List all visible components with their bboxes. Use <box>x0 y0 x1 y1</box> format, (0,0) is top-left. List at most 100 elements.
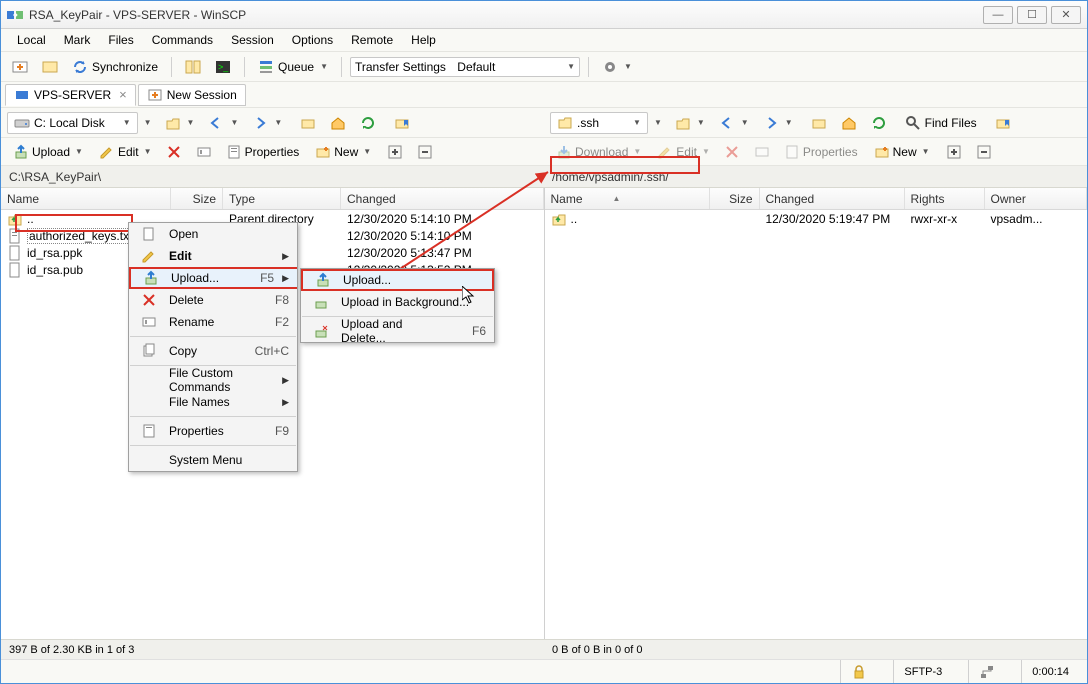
new-session-label: New Session <box>167 88 237 102</box>
connection-icon <box>968 660 1005 683</box>
right-path-text: /home/vpsadmin/.ssh/ <box>552 170 669 184</box>
menu-upload[interactable]: Upload...F5▶ <box>129 267 297 289</box>
close-button[interactable]: ✕ <box>1051 6 1081 24</box>
find-files-button[interactable]: Find Files <box>900 112 982 134</box>
right-dir-select[interactable]: .ssh ▼ <box>550 112 648 134</box>
maximize-button[interactable]: ☐ <box>1017 6 1047 24</box>
submenu-upload-bg[interactable]: Upload in Background... <box>301 291 494 313</box>
synchronize-button[interactable]: Synchronize <box>67 56 163 78</box>
right-home-button[interactable] <box>836 112 862 134</box>
right-fwd-button[interactable]: ▼ <box>758 112 798 134</box>
right-root-button[interactable] <box>806 112 832 134</box>
right-nav: .ssh ▼ ▼ ▼ ▼ ▼ Find Files <box>544 108 1087 138</box>
right-rename-button[interactable] <box>748 141 776 163</box>
plus-button[interactable] <box>381 141 409 163</box>
left-status: 397 B of 2.30 KB in 1 of 3 <box>1 639 544 659</box>
left-root-button[interactable] <box>295 112 321 134</box>
lock-icon <box>840 660 877 683</box>
menu-properties[interactable]: PropertiesF9 <box>129 420 297 442</box>
left-home-button[interactable] <box>325 112 351 134</box>
col-name[interactable]: Name▲ <box>545 188 710 209</box>
right-back-button[interactable]: ▼ <box>714 112 754 134</box>
col-type[interactable]: Type <box>223 188 341 209</box>
left-fwd-button[interactable]: ▼ <box>247 112 287 134</box>
col-size[interactable]: Size <box>171 188 223 209</box>
right-new-label: New <box>893 145 917 159</box>
left-back-button[interactable]: ▼ <box>203 112 243 134</box>
right-parent-button[interactable]: ▼ <box>670 112 710 134</box>
right-file-toolbar: Download▼ Edit▼ Properties New▼ <box>544 138 1087 166</box>
menu-remote[interactable]: Remote <box>343 30 401 50</box>
right-file-list[interactable]: .. 12/30/2020 5:19:47 PM rwxr-xr-x vpsad… <box>545 210 1088 639</box>
menu-filenames[interactable]: File Names▶ <box>129 391 297 413</box>
right-delete-button[interactable] <box>718 141 746 163</box>
left-disk-history[interactable]: ▼ <box>144 118 152 127</box>
synchronize-label: Synchronize <box>92 60 158 74</box>
tab-close-icon[interactable]: × <box>119 87 127 102</box>
console-button[interactable]: >_ <box>210 56 236 78</box>
properties-button[interactable]: Properties <box>220 141 306 163</box>
queue-button[interactable]: Queue ▼ <box>253 56 333 78</box>
right-path[interactable]: /home/vpsadmin/.ssh/ <box>544 166 1087 188</box>
transfer-settings-button[interactable]: Transfer Settings Default ▼ <box>350 57 580 77</box>
delete-button[interactable] <box>160 141 188 163</box>
menu-open[interactable]: Open <box>129 223 297 245</box>
tab-vps-server[interactable]: VPS-SERVER × <box>5 84 136 106</box>
new-button[interactable]: New▼ <box>309 141 377 163</box>
col-changed[interactable]: Changed <box>341 188 544 209</box>
preferences-button[interactable]: ▼ <box>597 56 637 78</box>
col-size[interactable]: Size <box>710 188 760 209</box>
menu-rename[interactable]: RenameF2 <box>129 311 297 333</box>
protocol-label: SFTP-3 <box>893 660 952 683</box>
right-edit-label: Edit <box>676 145 697 159</box>
right-minus-button[interactable] <box>970 141 998 163</box>
main-toolbar: Synchronize >_ Queue ▼ Transfer Settings… <box>1 52 1087 82</box>
right-properties-button[interactable]: Properties <box>778 141 864 163</box>
edit-label: Edit <box>118 145 139 159</box>
menu-mark[interactable]: Mark <box>56 30 99 50</box>
menu-files[interactable]: Files <box>100 30 141 50</box>
window-title: RSA_KeyPair - VPS-SERVER - WinSCP <box>29 8 983 22</box>
left-refresh-button[interactable] <box>355 112 381 134</box>
right-dir-label: .ssh <box>577 116 599 130</box>
menu-system[interactable]: System Menu <box>129 449 297 471</box>
compare-button[interactable] <box>180 56 206 78</box>
minimize-button[interactable]: — <box>983 6 1013 24</box>
right-new-button[interactable]: New▼ <box>868 141 936 163</box>
new-session-button[interactable] <box>7 56 33 78</box>
col-changed[interactable]: Changed <box>760 188 905 209</box>
left-parent-button[interactable]: ▼ <box>160 112 200 134</box>
right-dir-history[interactable]: ▼ <box>654 118 662 127</box>
rename-icon-button[interactable] <box>190 141 218 163</box>
right-plus-button[interactable] <box>940 141 968 163</box>
edit-button[interactable]: Edit▼ <box>93 141 158 163</box>
menu-commands[interactable]: Commands <box>144 30 221 50</box>
col-name[interactable]: Name <box>1 188 171 209</box>
list-item[interactable]: .. 12/30/2020 5:19:47 PM rwxr-xr-x vpsad… <box>545 210 1088 227</box>
col-rights[interactable]: Rights <box>905 188 985 209</box>
menu-help[interactable]: Help <box>403 30 444 50</box>
right-refresh-button[interactable] <box>866 112 892 134</box>
menu-custom[interactable]: File Custom Commands▶ <box>129 369 297 391</box>
download-button[interactable]: Download▼ <box>550 141 647 163</box>
menu-local[interactable]: Local <box>9 30 54 50</box>
submenu-upload-del[interactable]: Upload and Delete...F6 <box>301 320 494 342</box>
menu-session[interactable]: Session <box>223 30 282 50</box>
submenu-upload[interactable]: Upload... <box>301 269 494 291</box>
menu-delete[interactable]: DeleteF8 <box>129 289 297 311</box>
tab-new-session[interactable]: New Session <box>138 84 246 106</box>
left-bookmark-button[interactable] <box>389 112 415 134</box>
menu-options[interactable]: Options <box>284 30 341 50</box>
minus-button[interactable] <box>411 141 439 163</box>
left-path[interactable]: C:\RSA_KeyPair\ <box>1 166 544 188</box>
elapsed-time: 0:00:14 <box>1021 660 1079 683</box>
menu-copy[interactable]: CopyCtrl+C <box>129 340 297 362</box>
col-owner[interactable]: Owner <box>985 188 1088 209</box>
right-pane: Name▲ Size Changed Rights Owner .. 12/30… <box>545 188 1088 639</box>
right-bookmark-button[interactable] <box>990 112 1016 134</box>
right-edit-button[interactable]: Edit▼ <box>651 141 716 163</box>
upload-button[interactable]: Upload▼ <box>7 141 89 163</box>
left-disk-select[interactable]: C: Local Disk ▼ <box>7 112 138 134</box>
sites-button[interactable] <box>37 56 63 78</box>
menu-edit[interactable]: Edit▶ <box>129 245 297 267</box>
